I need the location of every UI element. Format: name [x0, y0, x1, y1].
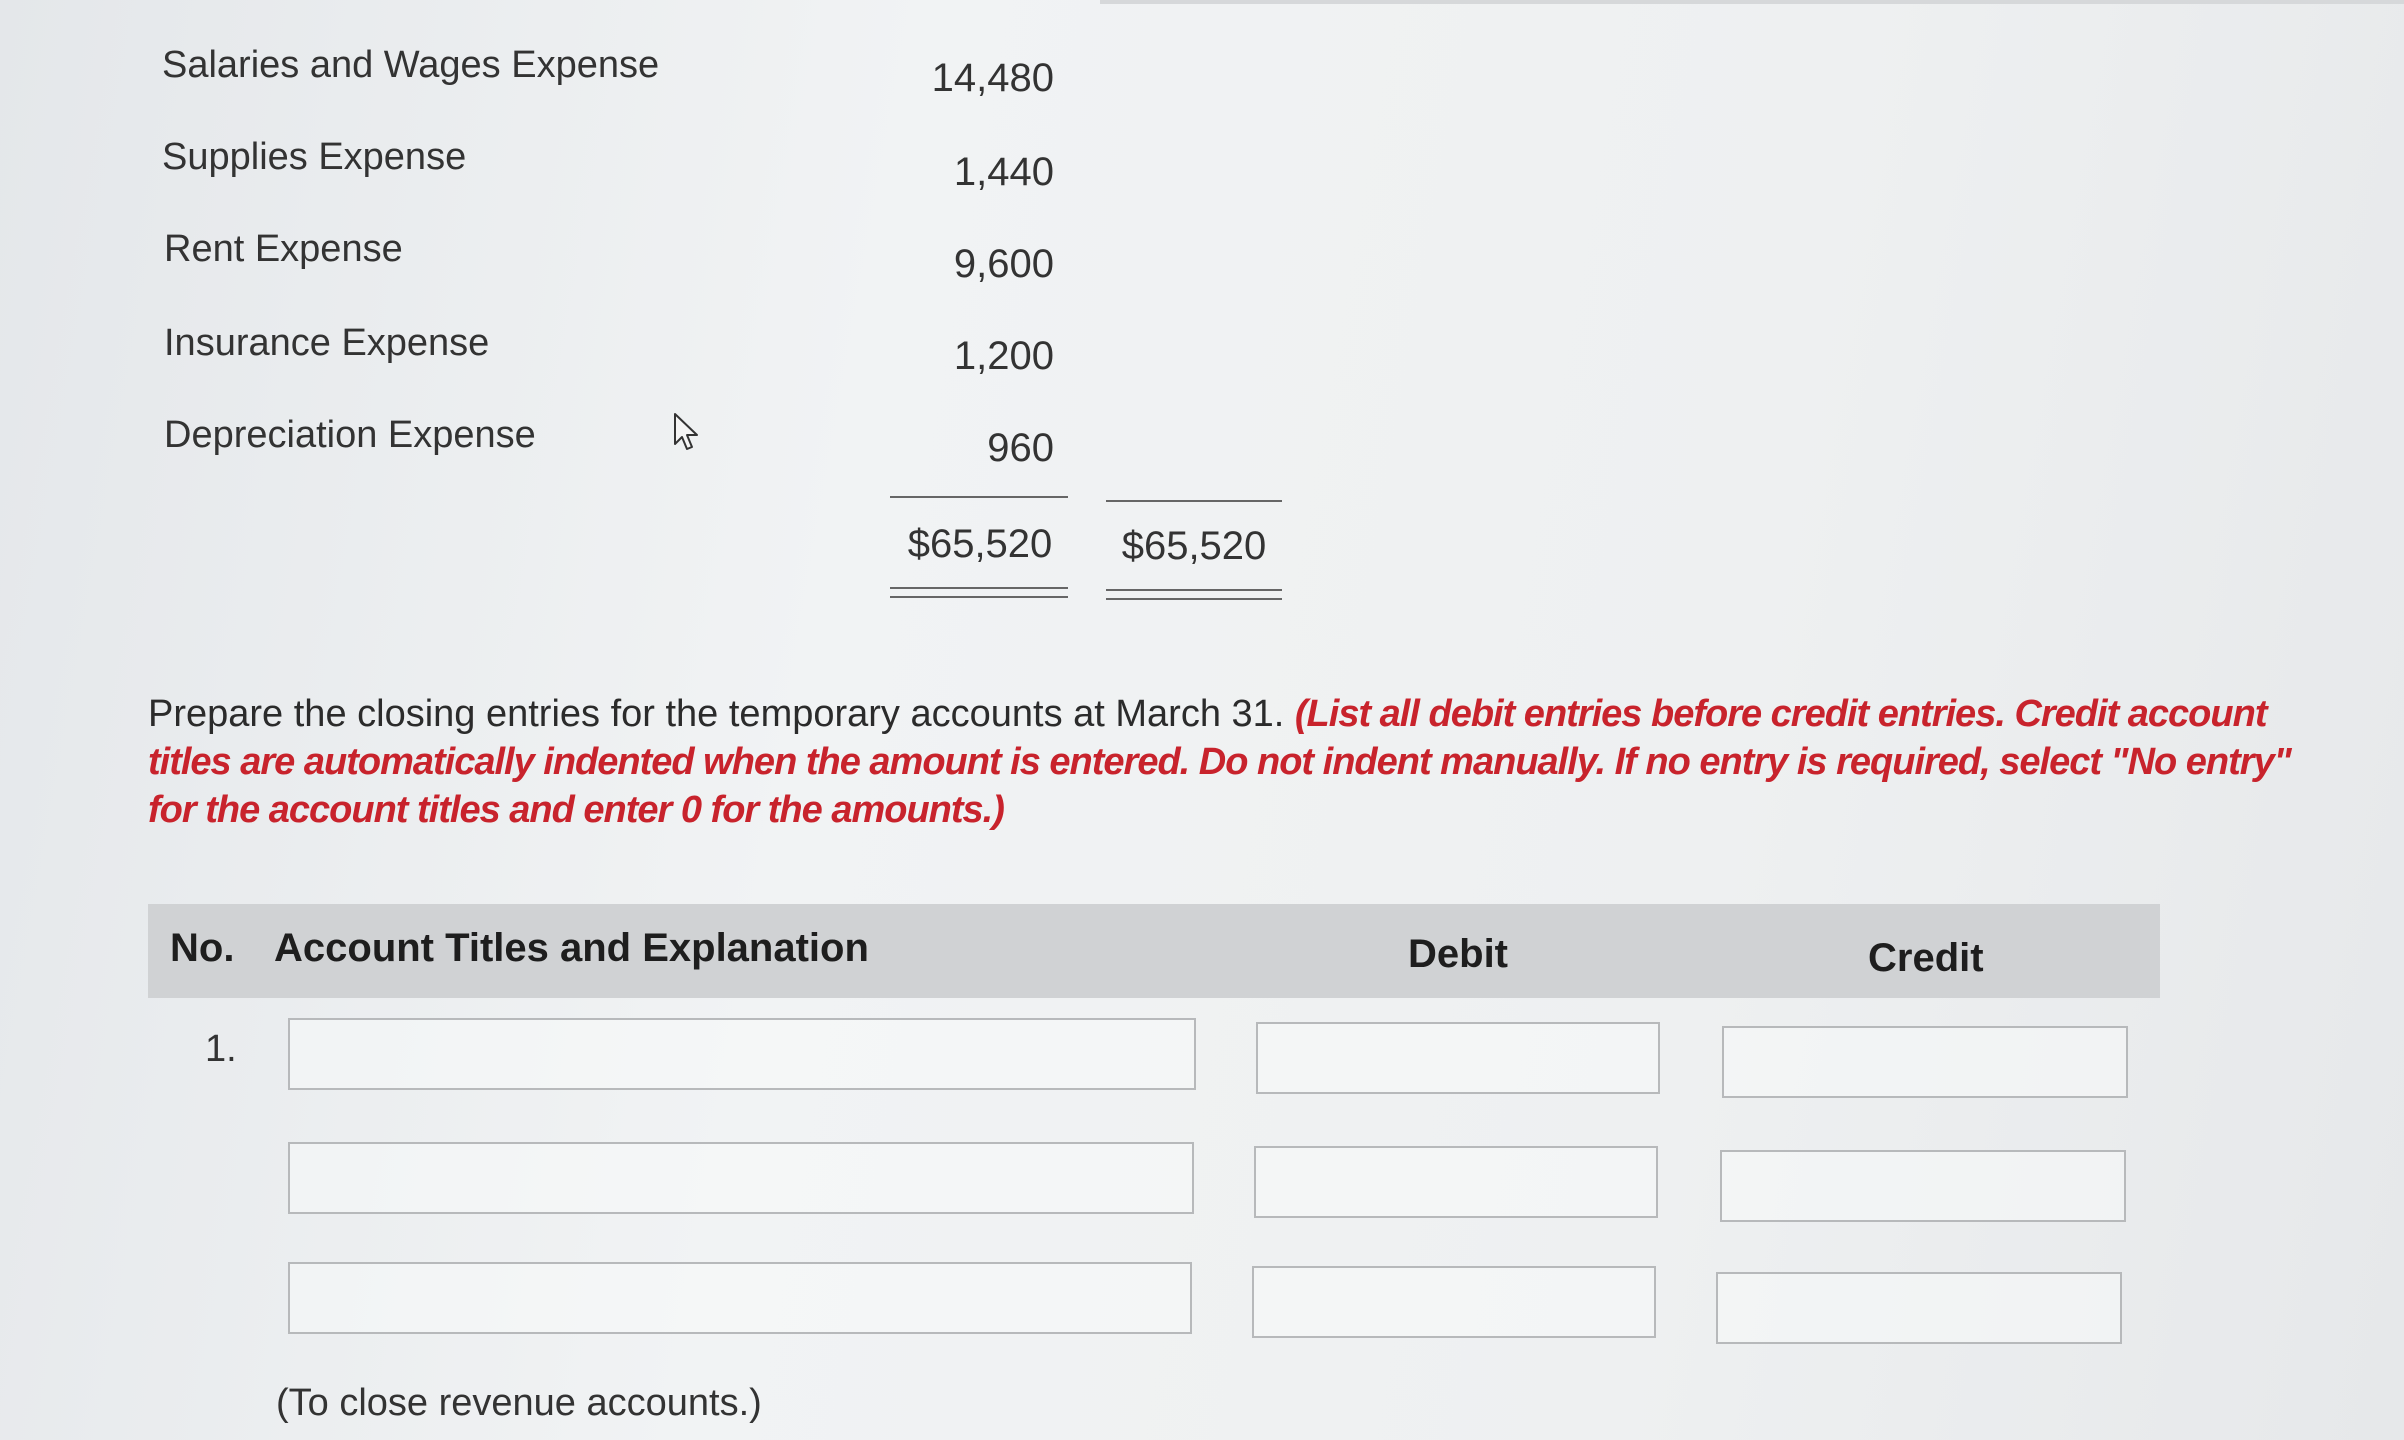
credit-input-1[interactable] — [1722, 1026, 2128, 1098]
account-title-input-1[interactable] — [288, 1018, 1196, 1090]
arrow-cursor-icon — [674, 413, 698, 450]
debit-input-3[interactable] — [1252, 1266, 1656, 1338]
header-no: No. — [170, 926, 235, 970]
debit-total: $65,520 — [907, 522, 1053, 566]
debit-total-rule — [890, 496, 1068, 498]
debit-total-double-rule — [890, 587, 1068, 598]
account-title-input-2[interactable] — [288, 1142, 1194, 1214]
instructions-main: Prepare the closing entries for the temp… — [148, 693, 1295, 735]
account-amount-insurance: 1,200 — [953, 334, 1054, 378]
header-debit: Debit — [1408, 932, 1508, 976]
account-label-depreciation: Depreciation Expense — [164, 414, 536, 456]
credit-total-rule — [1106, 500, 1282, 502]
credit-total: $65,520 — [1121, 524, 1267, 568]
credit-total-double-rule — [1106, 589, 1282, 600]
top-border — [1100, 0, 2404, 4]
account-title-input-3[interactable] — [288, 1262, 1192, 1334]
account-label-supplies: Supplies Expense — [162, 136, 467, 178]
entry-number: 1. — [205, 1028, 237, 1070]
account-label-salaries: Salaries and Wages Expense — [162, 44, 660, 86]
account-amount-salaries: 14,480 — [931, 56, 1054, 100]
account-amount-depreciation: 960 — [987, 426, 1054, 470]
account-label-rent: Rent Expense — [164, 228, 403, 270]
journal-table-header: No. Account Titles and Explanation Debit… — [148, 904, 2160, 998]
debit-input-2[interactable] — [1254, 1146, 1658, 1218]
account-amount-supplies: 1,440 — [953, 150, 1054, 194]
instructions: Prepare the closing entries for the temp… — [148, 690, 2328, 834]
credit-input-2[interactable] — [1720, 1150, 2126, 1222]
header-account-titles: Account Titles and Explanation — [274, 926, 869, 970]
debit-input-1[interactable] — [1256, 1022, 1660, 1094]
entry-explanation: (To close revenue accounts.) — [276, 1382, 762, 1424]
credit-input-3[interactable] — [1716, 1272, 2122, 1344]
header-credit: Credit — [1868, 936, 1984, 980]
account-label-insurance: Insurance Expense — [164, 322, 490, 364]
account-amount-rent: 9,600 — [953, 242, 1054, 286]
